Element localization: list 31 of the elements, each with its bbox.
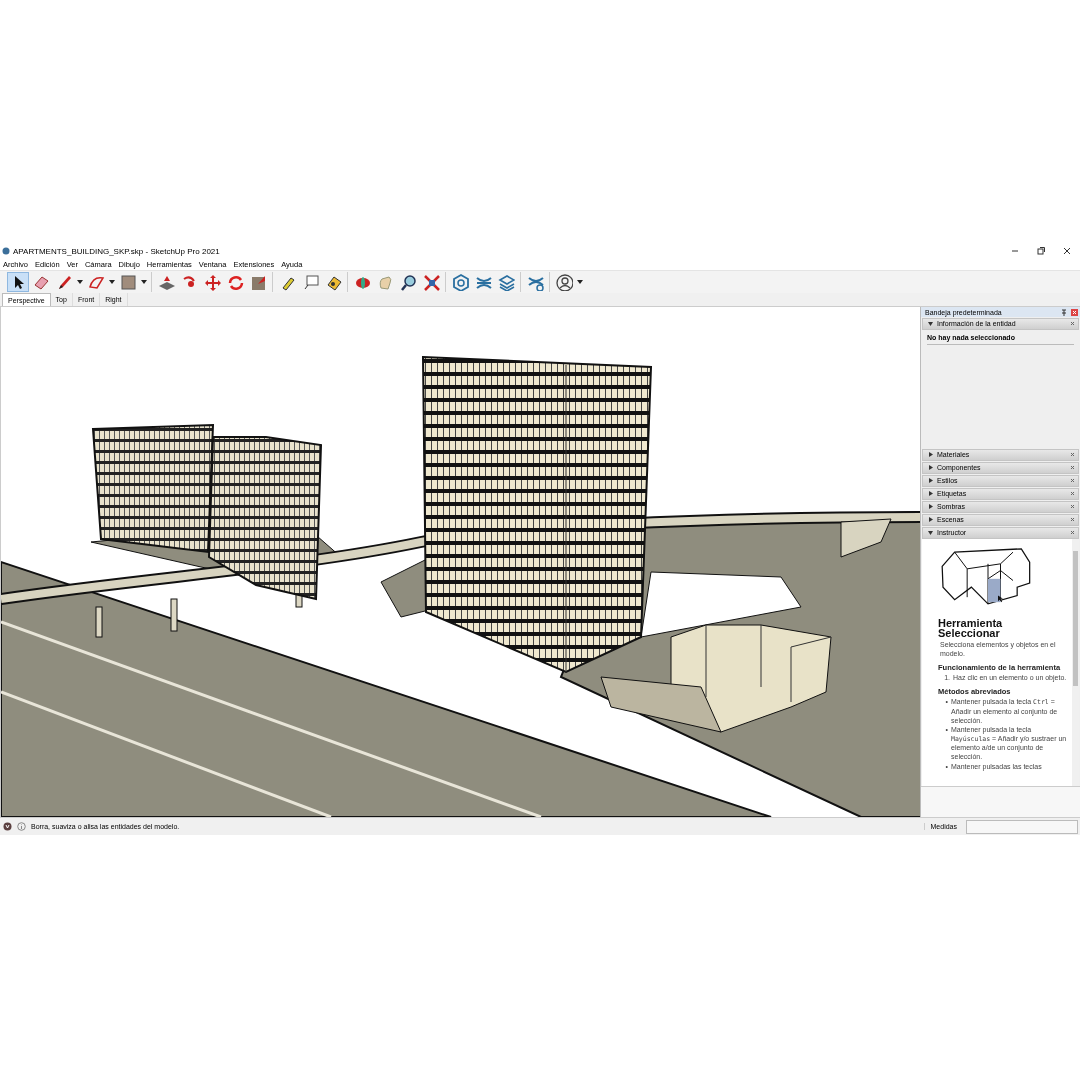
- stack-icon: [497, 273, 515, 291]
- collapsed-triangle-icon[interactable]: [928, 478, 933, 483]
- dropdown-caret-icon[interactable]: [576, 278, 584, 286]
- collapsed-triangle-icon[interactable]: [928, 517, 933, 522]
- collapsed-triangle-icon[interactable]: [928, 491, 933, 496]
- dropdown-caret-icon[interactable]: [140, 278, 148, 286]
- collapsed-triangle-icon[interactable]: [928, 504, 933, 509]
- warehouse-icon: [451, 273, 469, 291]
- instructor-heading: Herramienta Seleccionar: [938, 619, 1004, 639]
- arrow-cursor-tool-button[interactable]: [7, 272, 29, 292]
- rotate-arrows-icon: [226, 273, 244, 291]
- info-icon[interactable]: [17, 822, 26, 831]
- magnifier-icon: [399, 273, 417, 291]
- expanded-triangle-icon[interactable]: [928, 530, 933, 535]
- pin-icon[interactable]: [1061, 308, 1067, 316]
- collapsed-triangle-icon[interactable]: [928, 452, 933, 457]
- mouse-cursor-icon: [998, 595, 1003, 603]
- move-arrows-icon: [203, 273, 221, 291]
- zoom-extents-icon: [422, 273, 440, 291]
- dropdown-caret-icon[interactable]: [76, 278, 84, 286]
- app-logo-icon: [2, 247, 10, 255]
- square-icon: [119, 273, 137, 291]
- restore-icon[interactable]: [1036, 246, 1046, 256]
- expanded-triangle-icon[interactable]: [928, 321, 933, 326]
- window-title: APARTMENTS_BUILDING_SKP.skp - SketchUp Pro 2021: [13, 246, 221, 256]
- scrollbar[interactable]: [1072, 539, 1079, 786]
- collapsed-triangle-icon[interactable]: [928, 465, 933, 470]
- measurements-field[interactable]: [966, 819, 1078, 834]
- close-icon[interactable]: [1062, 246, 1072, 256]
- dropdown-caret-icon[interactable]: [108, 278, 116, 286]
- person-circle-tool-button[interactable]: [553, 272, 575, 292]
